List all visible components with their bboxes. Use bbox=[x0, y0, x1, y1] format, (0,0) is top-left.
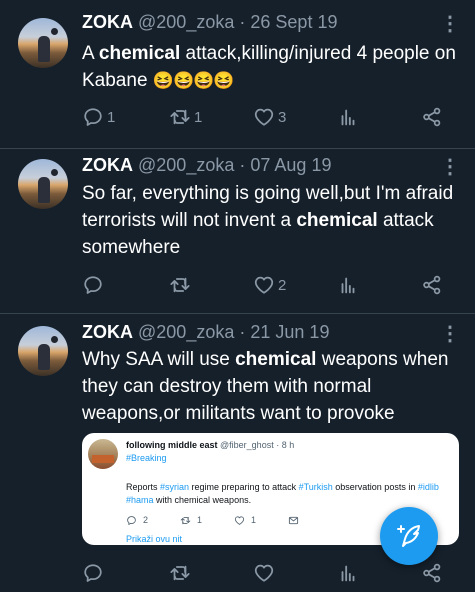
quoted-like-count: 1 bbox=[251, 515, 257, 525]
author-handle[interactable]: @200_zoka bbox=[138, 155, 234, 175]
share-button[interactable] bbox=[421, 104, 443, 130]
retweet-icon bbox=[180, 515, 191, 526]
reply-icon bbox=[82, 106, 104, 128]
quoted-avatar bbox=[88, 439, 118, 469]
quoted-text-part: Reports bbox=[126, 482, 161, 492]
avatar[interactable] bbox=[18, 159, 68, 209]
analytics-icon bbox=[337, 274, 359, 296]
text-part: Why SAA will use bbox=[82, 349, 236, 370]
tweet-text: Why SAA will use chemical weapons when t… bbox=[82, 346, 467, 427]
reply-icon bbox=[82, 562, 104, 584]
share-icon bbox=[421, 106, 443, 128]
quoted-retweet: 1 bbox=[180, 513, 202, 527]
avatar[interactable] bbox=[18, 18, 68, 68]
tweet-text: A chemical attack,killing/injured 4 peop… bbox=[82, 40, 467, 94]
analytics-icon bbox=[337, 106, 359, 128]
quoted-retweet-count: 1 bbox=[197, 515, 203, 525]
share-button[interactable] bbox=[421, 560, 443, 586]
heart-icon bbox=[234, 515, 245, 526]
quoted-hashtag: #hama bbox=[126, 495, 154, 505]
retweet-count: 1 bbox=[194, 108, 203, 126]
quoted-like: 1 bbox=[234, 513, 256, 527]
mail-icon bbox=[288, 515, 299, 526]
action-bar: 1 1 3 bbox=[0, 104, 475, 130]
quoted-text-part: with chemical weapons. bbox=[153, 495, 252, 505]
analytics-button[interactable] bbox=[337, 272, 359, 298]
like-button[interactable]: 3 bbox=[253, 104, 286, 130]
author-name[interactable]: ZOKA bbox=[82, 155, 133, 175]
tweet-date[interactable]: 26 Sept 19 bbox=[250, 12, 337, 32]
quoted-time: 8 h bbox=[281, 440, 295, 450]
quoted-hashtag: #Breaking bbox=[126, 453, 167, 463]
reply-icon bbox=[82, 274, 104, 296]
heart-icon bbox=[253, 562, 275, 584]
author-name[interactable]: ZOKA bbox=[82, 322, 133, 342]
text-highlight: chemical bbox=[296, 210, 378, 231]
quoted-reply-count: 2 bbox=[143, 515, 149, 525]
tweet-text: So far, everything is going well,but I'm… bbox=[82, 180, 467, 261]
like-count: 2 bbox=[278, 276, 287, 294]
analytics-button[interactable] bbox=[337, 104, 359, 130]
emoji-sequence: 😆😆😆😆 bbox=[152, 71, 235, 90]
like-count: 3 bbox=[278, 108, 287, 126]
heart-icon bbox=[253, 106, 275, 128]
retweet-button[interactable]: 1 bbox=[169, 104, 202, 130]
tweet-date[interactable]: 21 Jun 19 bbox=[250, 322, 329, 342]
tweet-date[interactable]: 07 Aug 19 bbox=[250, 155, 331, 175]
analytics-icon bbox=[337, 562, 359, 584]
text-highlight: chemical bbox=[235, 349, 317, 370]
like-button[interactable]: 2 bbox=[253, 272, 286, 298]
show-thread-link: Prikaži ovu nit bbox=[126, 534, 183, 544]
tweet-header: ZOKA @200_zoka · 26 Sept 19 bbox=[82, 12, 337, 33]
quoted-text: Reports #syrian regime preparing to atta… bbox=[126, 481, 451, 507]
author-handle[interactable]: @200_zoka bbox=[138, 12, 234, 32]
text-highlight: chemical bbox=[98, 43, 181, 64]
share-icon bbox=[421, 562, 443, 584]
quoted-author-handle: @fiber_ghost bbox=[220, 440, 274, 450]
retweet-icon bbox=[169, 562, 191, 584]
avatar[interactable] bbox=[18, 326, 68, 376]
share-button[interactable] bbox=[421, 272, 443, 298]
quoted-separator: · bbox=[276, 440, 280, 450]
more-dots-icon[interactable]: ⋮ bbox=[440, 324, 460, 344]
reply-icon bbox=[126, 515, 137, 526]
heart-icon bbox=[253, 274, 275, 296]
quoted-hashtag: #syrian bbox=[160, 482, 190, 492]
more-dots-icon[interactable]: ⋮ bbox=[440, 14, 460, 34]
author-name[interactable]: ZOKA bbox=[82, 12, 133, 32]
reply-button[interactable]: 1 bbox=[82, 104, 115, 130]
retweet-button[interactable] bbox=[169, 560, 194, 586]
retweet-icon bbox=[169, 106, 191, 128]
quoted-hashtag: #idlib bbox=[417, 482, 439, 492]
more-dots-icon[interactable]: ⋮ bbox=[440, 157, 460, 177]
tweet[interactable]: ZOKA @200_zoka · 26 Sept 19 ⋮ A chemical… bbox=[0, 0, 475, 148]
separator: · bbox=[239, 12, 246, 32]
share-icon bbox=[421, 274, 443, 296]
quoted-text-part: regime preparing to attack bbox=[189, 482, 299, 492]
like-button[interactable] bbox=[253, 560, 278, 586]
compose-button[interactable] bbox=[380, 507, 438, 565]
quoted-header: following middle east @fiber_ghost · 8 h bbox=[126, 440, 294, 450]
reply-count: 1 bbox=[107, 108, 116, 126]
analytics-button[interactable] bbox=[337, 560, 359, 586]
retweet-button[interactable] bbox=[169, 272, 194, 298]
quoted-dm bbox=[288, 513, 299, 527]
separator: · bbox=[239, 155, 246, 175]
retweet-icon bbox=[169, 274, 191, 296]
reply-button[interactable] bbox=[82, 272, 107, 298]
quoted-author-name: following middle east bbox=[126, 440, 218, 450]
author-handle[interactable]: @200_zoka bbox=[138, 322, 234, 342]
action-bar: 2 bbox=[0, 272, 475, 298]
separator: · bbox=[239, 322, 246, 342]
quoted-text-part: observation posts in bbox=[332, 482, 418, 492]
text-part: A bbox=[82, 43, 99, 64]
reply-button[interactable] bbox=[82, 560, 107, 586]
quoted-hashtag: #Turkish bbox=[298, 482, 333, 492]
tweet-header: ZOKA @200_zoka · 21 Jun 19 bbox=[82, 322, 329, 343]
quoted-reply: 2 bbox=[126, 513, 148, 527]
tweet-header: ZOKA @200_zoka · 07 Aug 19 bbox=[82, 155, 331, 176]
tweet[interactable]: ZOKA @200_zoka · 07 Aug 19 ⋮ So far, eve… bbox=[0, 149, 475, 313]
compose-icon bbox=[397, 525, 420, 547]
